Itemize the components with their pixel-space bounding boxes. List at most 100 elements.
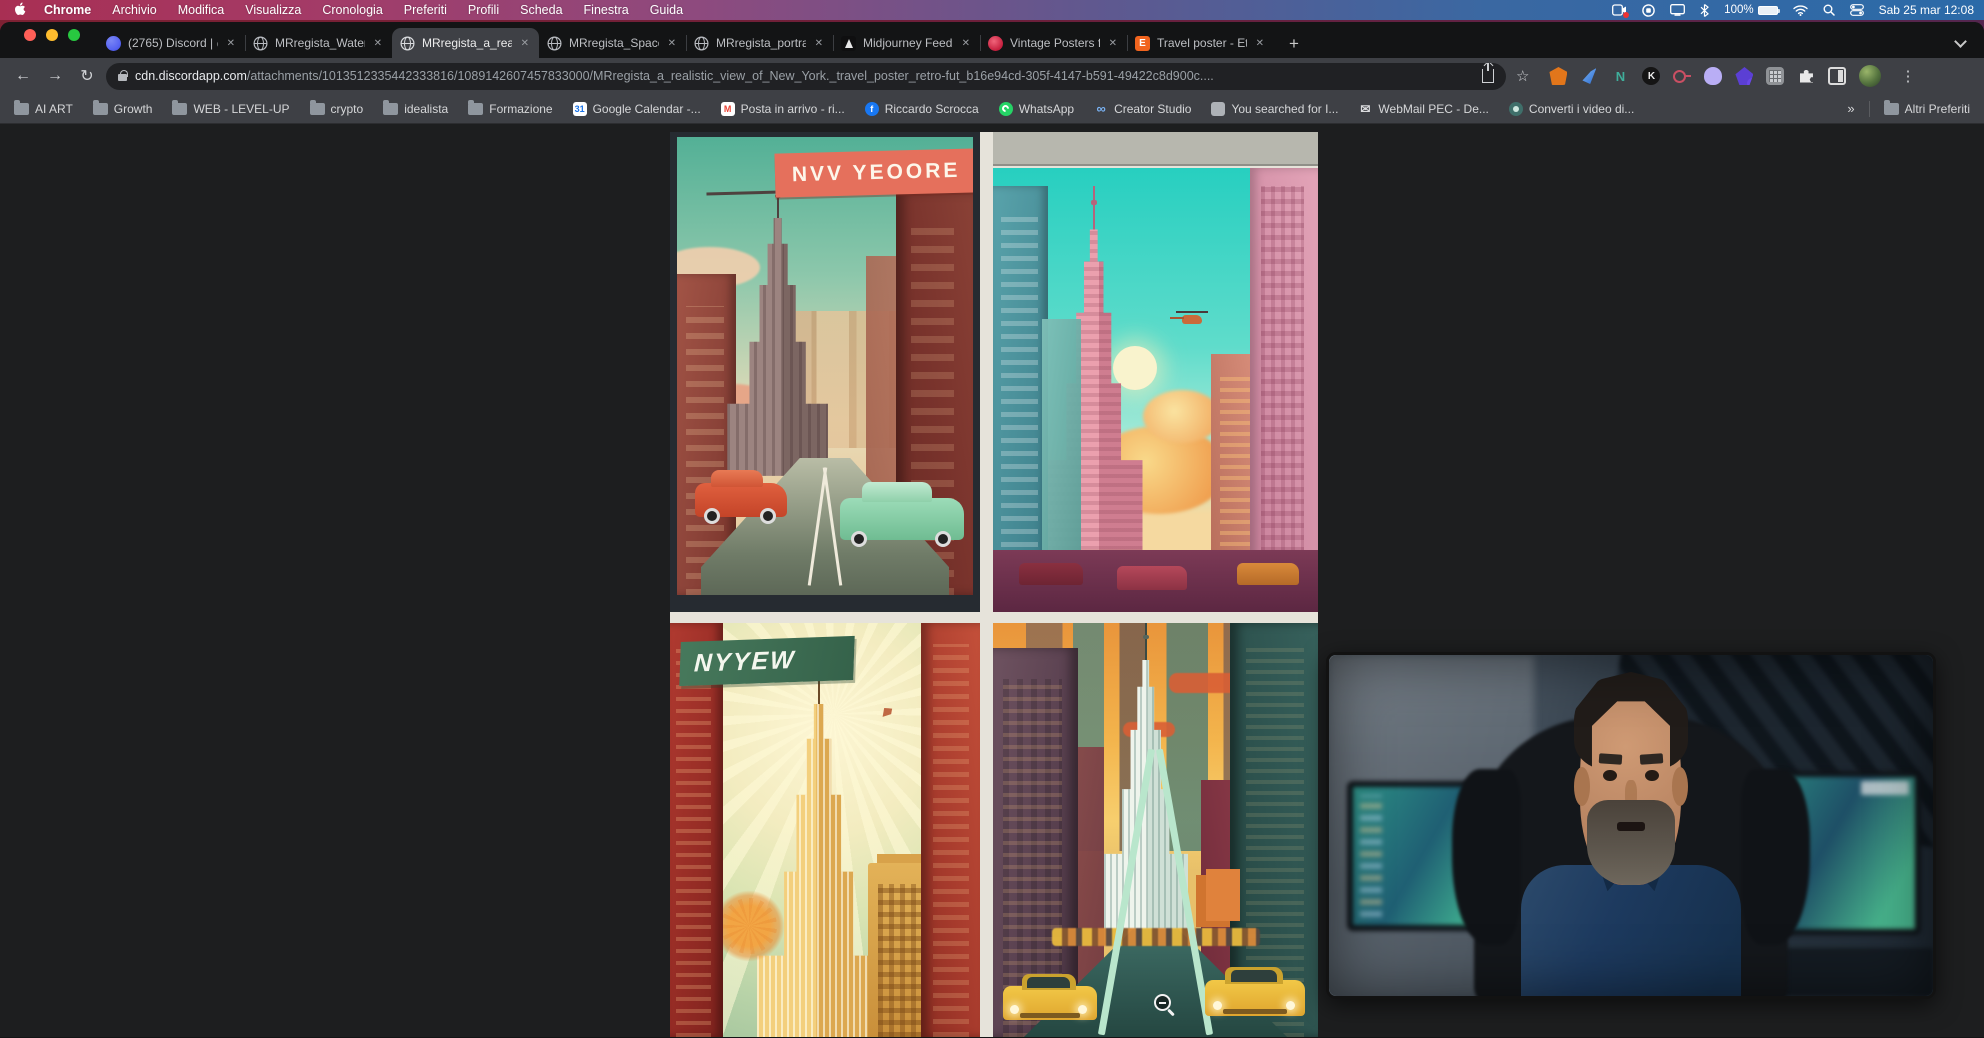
share-icon[interactable] <box>1482 69 1494 83</box>
reload-button[interactable]: ↻ <box>74 63 100 89</box>
chevron-down-icon[interactable] <box>1956 35 1966 45</box>
back-button[interactable]: ← <box>10 63 36 89</box>
menu-clock[interactable]: Sab 25 mar 12:08 <box>1879 3 1974 17</box>
poster-bottom-left[interactable]: NYYEW <box>670 623 980 1037</box>
minimize-window-button[interactable] <box>46 29 58 41</box>
bookmark-star-icon[interactable]: ☆ <box>1512 67 1533 85</box>
close-tab-icon[interactable]: ✕ <box>960 36 972 51</box>
tab-etsy[interactable]: E Travel poster - Etsy IT ✕ <box>1127 28 1274 58</box>
yellow-taxi <box>1003 986 1097 1020</box>
vignette <box>1329 655 1933 996</box>
password-key-extension-icon[interactable] <box>1673 67 1691 85</box>
bookmark-folder-growth[interactable]: Growth <box>93 102 153 116</box>
bookmark-facebook-profile[interactable]: fRiccardo Scrocca <box>865 102 979 116</box>
battery-percent: 100% <box>1724 4 1753 16</box>
menu-modifica[interactable]: Modifica <box>178 3 225 17</box>
bookmark-creator-studio[interactable]: ∞Creator Studio <box>1094 102 1191 116</box>
tab-label: MRregista_Watercolor_Pa <box>275 36 365 50</box>
bluetooth-icon[interactable] <box>1700 4 1709 17</box>
bookmark-you-searched[interactable]: You searched for I... <box>1211 102 1338 116</box>
forward-button[interactable]: → <box>42 63 68 89</box>
window-controls <box>24 22 98 58</box>
extensions-puzzle-icon[interactable] <box>1797 67 1815 85</box>
close-tab-icon[interactable]: ✕ <box>225 36 237 51</box>
bookmark-webmail-pec[interactable]: ✉WebMail PEC - De... <box>1358 102 1488 116</box>
bookmark-folder-idealista[interactable]: idealista <box>383 102 448 116</box>
poster-top-left[interactable]: NVV YEOORE <box>670 132 980 612</box>
address-bar[interactable]: cdn.discordapp.com/attachments/101351233… <box>106 63 1506 90</box>
bookmark-folder-ai-art[interactable]: AI ART <box>14 102 73 116</box>
menu-guida[interactable]: Guida <box>650 3 683 17</box>
menu-archivio[interactable]: Archivio <box>112 3 156 17</box>
close-tab-icon[interactable]: ✕ <box>1254 36 1266 51</box>
stop-circle-icon[interactable] <box>1642 4 1655 17</box>
side-panel-icon[interactable] <box>1828 67 1846 85</box>
menu-visualizza[interactable]: Visualizza <box>245 3 301 17</box>
bookmark-folder-crypto[interactable]: crypto <box>310 102 364 116</box>
cloud-extension-icon[interactable] <box>1704 67 1722 85</box>
close-tab-icon[interactable]: ✕ <box>813 36 825 51</box>
screen-record-icon[interactable] <box>1612 4 1627 16</box>
k-extension-icon[interactable]: K <box>1642 67 1660 85</box>
whatsapp-icon <box>999 102 1013 116</box>
bookmark-folder-formazione[interactable]: Formazione <box>468 102 552 116</box>
lit-sign <box>1206 869 1240 921</box>
close-tab-icon[interactable]: ✕ <box>519 36 531 51</box>
tab-watercolor[interactable]: MRregista_Watercolor_Pa ✕ <box>245 28 392 58</box>
close-tab-icon[interactable]: ✕ <box>666 36 678 51</box>
bookmarks-overflow-icon[interactable]: » <box>1847 101 1854 116</box>
tab-midjourney-feed[interactable]: Midjourney Feed ✕ <box>833 28 980 58</box>
wifi-icon[interactable] <box>1793 5 1808 16</box>
globe-favicon <box>547 36 562 51</box>
bookmark-label: Growth <box>114 102 153 116</box>
purple-extension-icon[interactable]: 6 <box>1735 67 1753 85</box>
poster-top-right[interactable] <box>993 132 1318 612</box>
new-tab-button[interactable]: + <box>1280 30 1308 58</box>
folder-icon <box>93 103 108 115</box>
feather-extension-icon[interactable] <box>1580 67 1598 85</box>
fullscreen-window-button[interactable] <box>68 29 80 41</box>
bookmark-folder-web-level-up[interactable]: WEB - LEVEL-UP <box>172 102 289 116</box>
car <box>1117 566 1187 590</box>
menu-profili[interactable]: Profili <box>468 3 499 17</box>
chrome-menu-icon[interactable]: ⋮ <box>1894 67 1921 85</box>
tab-portrait[interactable]: MRregista_portrait_on_a_ ✕ <box>686 28 833 58</box>
site-favicon <box>988 36 1003 51</box>
menu-scheda[interactable]: Scheda <box>520 3 562 17</box>
bookmark-gmail-inbox[interactable]: MPosta in arrivo - ri... <box>721 102 845 116</box>
grid-extension-icon[interactable] <box>1766 67 1784 85</box>
bookmark-google-calendar[interactable]: 31Google Calendar -... <box>573 102 701 116</box>
menu-preferiti[interactable]: Preferiti <box>404 3 447 17</box>
tab-discord[interactable]: (2765) Discord | @Midjou ✕ <box>98 28 245 58</box>
zoom-cursor <box>1154 994 1171 1011</box>
tab-realistic-view-active[interactable]: MRregista_a_realistic_vie ✕ <box>392 28 539 58</box>
battery-icon <box>1758 6 1778 15</box>
apple-logo-icon[interactable] <box>14 2 26 19</box>
control-center-icon[interactable] <box>1850 4 1864 16</box>
menu-bar: Chrome Archivio Modifica Visualizza Cron… <box>0 0 1984 20</box>
menu-finestra[interactable]: Finestra <box>584 3 629 17</box>
folder-icon <box>14 103 29 115</box>
spotlight-search-icon[interactable] <box>1823 4 1835 16</box>
bookmark-converti-video[interactable]: Converti i video di... <box>1509 102 1634 116</box>
poster-bottom-right[interactable] <box>993 623 1318 1037</box>
menu-chrome[interactable]: Chrome <box>44 3 91 17</box>
bookmarks-bar: AI ART Growth WEB - LEVEL-UP crypto idea… <box>0 94 1984 124</box>
metamask-extension-icon[interactable] <box>1549 67 1567 85</box>
battery-indicator[interactable]: 100% <box>1724 4 1777 16</box>
bookmark-whatsapp[interactable]: WhatsApp <box>999 102 1074 116</box>
close-tab-icon[interactable]: ✕ <box>1107 36 1119 51</box>
close-window-button[interactable] <box>24 29 36 41</box>
tab-vintage-posters[interactable]: Vintage Posters for Sale | ✕ <box>980 28 1127 58</box>
globe-favicon <box>253 36 268 51</box>
menu-cronologia[interactable]: Cronologia <box>322 3 382 17</box>
profile-avatar[interactable] <box>1859 65 1881 87</box>
close-tab-icon[interactable]: ✕ <box>372 36 384 51</box>
display-icon[interactable] <box>1670 4 1685 16</box>
bookmark-other-favorites[interactable]: Altri Preferiti <box>1884 102 1970 116</box>
midjourney-image-grid[interactable]: NVV YEOORE <box>670 132 1318 1037</box>
n-extension-icon[interactable]: N <box>1611 67 1629 85</box>
tab-space-adventure[interactable]: MRregista_Space_Advent ✕ <box>539 28 686 58</box>
mint-vintage-car <box>840 498 964 540</box>
converter-icon <box>1509 102 1523 116</box>
